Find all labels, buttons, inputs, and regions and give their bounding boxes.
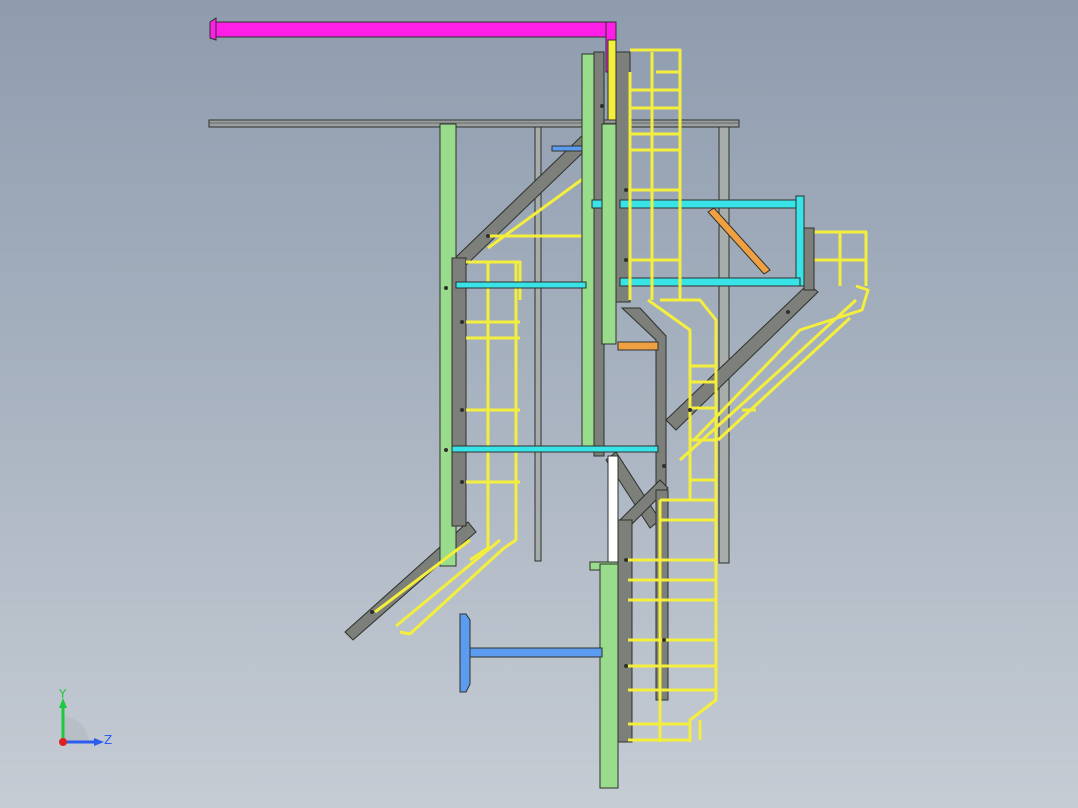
- z-axis-label: Z: [104, 733, 112, 747]
- right-landing[interactable]: [803, 227, 815, 291]
- horizontal-steel-beam[interactable]: [208, 119, 740, 128]
- blue-beam-stub[interactable]: [459, 145, 603, 693]
- left-green-column[interactable]: [439, 123, 467, 567]
- yellow-post[interactable]: [607, 39, 617, 121]
- x-axis-point-icon: [59, 738, 67, 746]
- lower-green-column[interactable]: [589, 561, 619, 789]
- magenta-beam[interactable]: [209, 17, 617, 73]
- structure-model[interactable]: [0, 0, 1078, 808]
- white-post[interactable]: [607, 455, 619, 565]
- z-arrowhead-icon: [94, 738, 104, 746]
- y-axis-label: Y: [58, 687, 67, 701]
- triad-shade-icon: [63, 716, 89, 742]
- cad-viewport[interactable]: Y Z: [0, 0, 1078, 808]
- axis-triad: Y Z: [58, 687, 112, 747]
